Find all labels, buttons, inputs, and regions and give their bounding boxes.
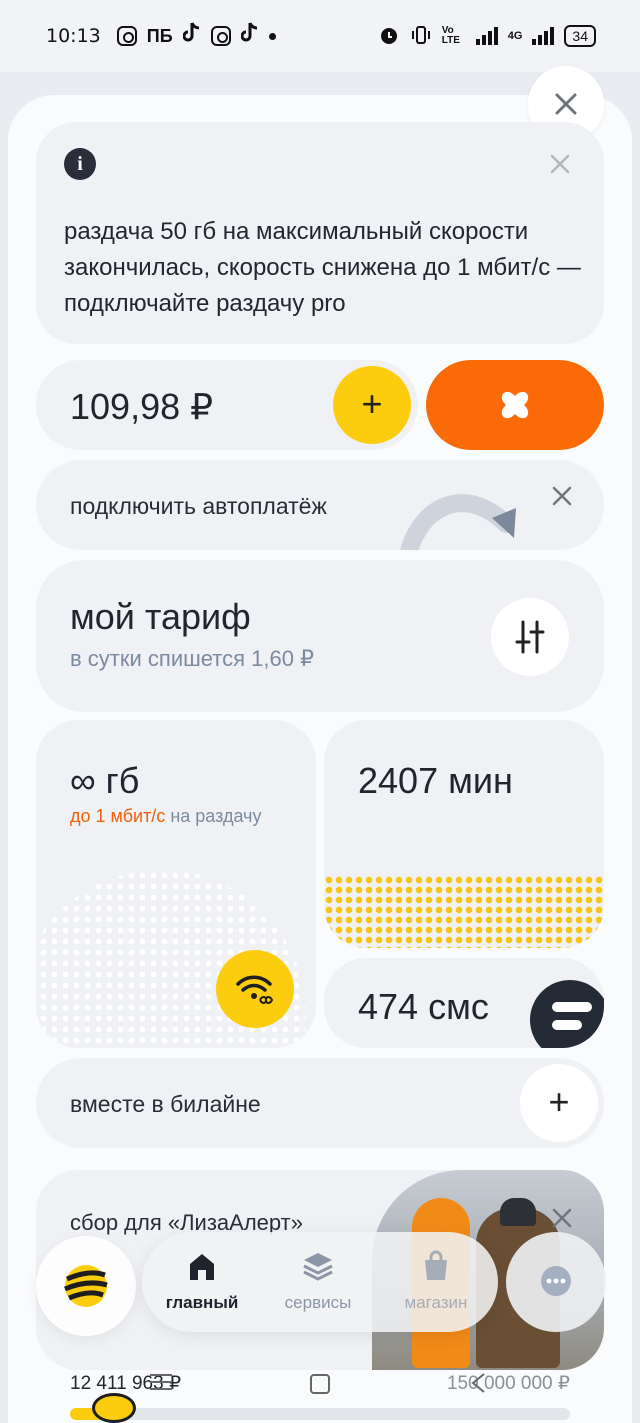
nav-item-shop[interactable]: магазин — [386, 1250, 486, 1313]
nav-shop-label: магазин — [404, 1293, 468, 1312]
traffic-note-text: на раздачу — [165, 806, 262, 826]
notification-icons: ПБ — [116, 22, 276, 50]
clover-x-icon — [501, 391, 529, 419]
beeline-logo-button[interactable] — [36, 1236, 136, 1336]
close-icon — [555, 93, 577, 115]
minutes-card[interactable]: 2407 мин — [324, 720, 604, 948]
internet-traffic-card[interactable]: ∞ гб до 1 мбит/с на раздачу — [36, 720, 316, 1048]
network-type: 4G — [507, 30, 523, 42]
chat-bubble-icon — [530, 980, 604, 1048]
sliders-icon — [515, 620, 545, 654]
shopping-bag-icon — [425, 1250, 447, 1280]
instagram-icon — [210, 26, 231, 46]
beeline-logo-icon — [64, 1265, 108, 1307]
chat-button[interactable] — [506, 1232, 606, 1332]
balance-card[interactable]: 109,98 ₽ + — [36, 360, 418, 450]
instagram-icon — [116, 26, 137, 46]
hotspot-button[interactable] — [216, 950, 294, 1028]
yellow-dots-decoration — [324, 875, 604, 948]
layers-icon — [303, 1253, 333, 1281]
minutes-amount: 2407 мин — [358, 760, 513, 801]
together-label: вместе в билайне — [70, 1091, 261, 1117]
traffic-note: до 1 мбит/с на раздачу — [70, 802, 270, 831]
balance-amount: 109,98 ₽ — [70, 386, 214, 427]
photo-person-head — [500, 1198, 536, 1226]
tariff-settings-button[interactable] — [491, 598, 569, 676]
close-icon — [552, 486, 572, 506]
clock: 10:13 — [46, 25, 101, 47]
battery-indicator: 34 — [564, 25, 596, 47]
tariff-title: мой тариф — [70, 596, 251, 637]
bottom-navigation: главный сервисы магазин — [0, 1230, 640, 1336]
nav-home-label: главный — [165, 1293, 239, 1312]
nav-item-home[interactable]: главный — [158, 1250, 246, 1313]
sms-card[interactable]: 474 смс — [324, 958, 604, 1048]
close-icon — [550, 154, 570, 174]
add-member-button[interactable]: + — [520, 1064, 598, 1142]
autopay-label: подключить автоплатёж — [70, 493, 327, 519]
together-card[interactable]: вместе в билайне + — [36, 1058, 604, 1148]
tariff-card[interactable]: мой тариф в сутки спишется 1,60 ₽ — [36, 560, 604, 712]
arrow-decoration-icon — [399, 494, 516, 550]
tiktok-icon — [182, 22, 201, 50]
dismiss-autopay-button[interactable] — [552, 484, 572, 510]
tariff-daily-charge: в сутки спишется 1,60 ₽ — [70, 646, 315, 671]
home-icon — [190, 1254, 214, 1280]
sms-amount: 474 смс — [358, 986, 489, 1027]
info-icon: i — [64, 148, 96, 180]
fundraise-progress — [70, 1408, 570, 1420]
vibrate-icon — [410, 25, 432, 48]
status-bar: 10:13 ПБ Vo LTE 4G 34 — [0, 0, 640, 72]
collected-amount: 12 411 963 ₽ — [70, 1373, 182, 1394]
wifi-infinity-icon — [236, 975, 274, 1004]
alarm-icon — [378, 24, 400, 49]
beeline-promo-button[interactable] — [426, 360, 604, 450]
volte-icon: Vo LTE — [441, 25, 460, 46]
nav-item-services[interactable]: сервисы — [266, 1250, 370, 1313]
signal-icon-2 — [532, 27, 555, 45]
nav-services-label: сервисы — [284, 1293, 352, 1312]
bee-icon — [92, 1393, 136, 1423]
dismiss-info-button[interactable] — [550, 152, 570, 178]
more-notifications-dot — [268, 32, 276, 40]
speed-limit: до 1 мбит/с — [70, 806, 166, 826]
goal-amount: 150 000 000 ₽ — [446, 1373, 570, 1394]
traffic-amount: ∞ гб — [70, 760, 140, 801]
info-message: раздача 50 гб на максимальный скорости з… — [64, 218, 581, 317]
signal-icon — [475, 27, 498, 45]
system-indicators: Vo LTE 4G 34 — [378, 24, 596, 49]
topup-button[interactable]: + — [333, 366, 411, 444]
fundraise-amounts: 12 411 963 ₽ 150 000 000 ₽ — [70, 1372, 570, 1395]
nav-pill: главный сервисы магазин — [142, 1232, 498, 1332]
pb-icon: ПБ — [146, 25, 173, 46]
tiktok-icon — [240, 22, 259, 50]
chat-icon — [541, 1266, 571, 1296]
info-notification-card: i раздача 50 гб на максимальный скорости… — [36, 122, 604, 344]
close-icon — [552, 1208, 572, 1228]
autopay-card[interactable]: подключить автоплатёж — [36, 460, 604, 550]
